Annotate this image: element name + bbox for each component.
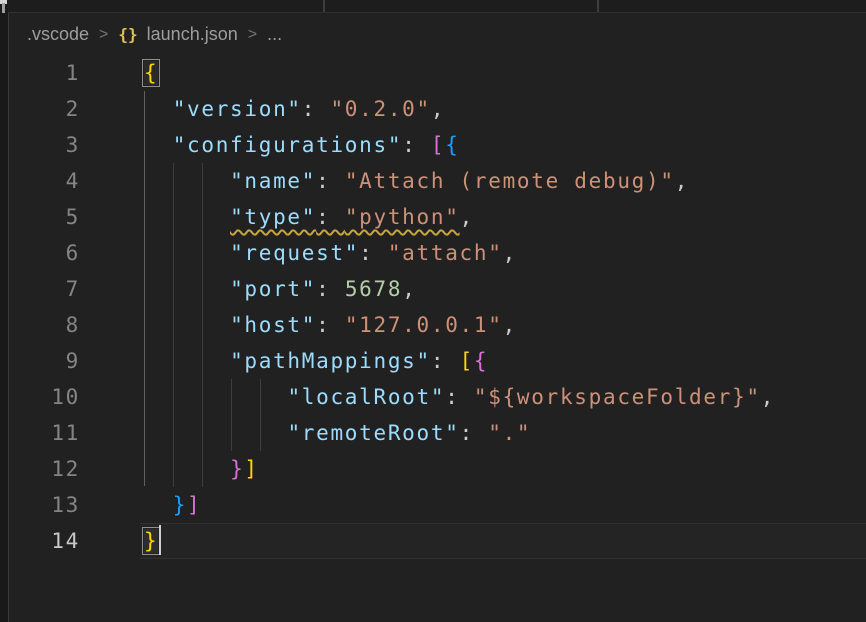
- code-content[interactable]: { "version": "0.2.0", "configurations": …: [0, 55, 866, 559]
- code-token: :: [316, 313, 345, 337]
- code-token: ,: [503, 313, 517, 337]
- code-token: :: [359, 241, 388, 265]
- code-token: "pathMappings": [230, 349, 431, 373]
- window-corner-artifact: [2, 3, 5, 13]
- code-token: "${workspaceFolder}": [474, 385, 761, 409]
- code-token: ]: [244, 457, 258, 481]
- code-token: [: [431, 133, 445, 157]
- matched-bracket: {: [144, 61, 158, 85]
- code-line[interactable]: "request": "attach",: [0, 235, 866, 271]
- code-token: :: [302, 97, 331, 121]
- code-token: :: [431, 349, 460, 373]
- code-token: ".": [488, 421, 531, 445]
- code-token: }: [173, 493, 187, 517]
- code-line[interactable]: }: [0, 523, 866, 559]
- code-token: "python": [345, 205, 460, 229]
- code-token: "version": [173, 97, 302, 121]
- code-line[interactable]: "remoteRoot": ".": [0, 415, 866, 451]
- code-token: ]: [187, 493, 201, 517]
- code-token: "remoteRoot": [287, 421, 459, 445]
- text-cursor: [159, 525, 161, 555]
- code-line[interactable]: "port": 5678,: [0, 271, 866, 307]
- code-line[interactable]: "type": "python",: [0, 199, 866, 235]
- tab-divider: [323, 0, 325, 12]
- code-token: ,: [460, 205, 474, 229]
- matched-bracket: }: [144, 529, 158, 553]
- code-token: "127.0.0.1": [345, 313, 503, 337]
- code-line[interactable]: {: [0, 55, 866, 91]
- code-line[interactable]: "pathMappings": [{: [0, 343, 866, 379]
- json-file-icon: {}: [118, 25, 137, 44]
- code-token: "name": [230, 169, 316, 193]
- code-token: :: [445, 385, 474, 409]
- code-line[interactable]: "configurations": [{: [0, 127, 866, 163]
- code-token: :: [402, 133, 431, 157]
- code-token: "configurations": [173, 133, 403, 157]
- code-token: [: [460, 349, 474, 373]
- chevron-right-icon: >: [99, 26, 108, 44]
- code-token: ,: [431, 97, 445, 121]
- code-token: "0.2.0": [330, 97, 430, 121]
- chevron-right-icon: >: [248, 26, 257, 44]
- code-token: {: [445, 133, 459, 157]
- code-token: "attach": [388, 241, 503, 265]
- code-token: }: [230, 457, 244, 481]
- code-token: :: [460, 421, 489, 445]
- breadcrumb-symbol-more[interactable]: ...: [267, 24, 282, 45]
- code-token: {: [474, 349, 488, 373]
- breadcrumb: .vscode > {} launch.json > ...: [8, 14, 866, 55]
- code-token: "type": [230, 205, 316, 229]
- code-line[interactable]: "name": "Attach (remote debug)",: [0, 163, 866, 199]
- code-line[interactable]: "host": "127.0.0.1",: [0, 307, 866, 343]
- code-line[interactable]: "localRoot": "${workspaceFolder}",: [0, 379, 866, 415]
- code-token: "host": [230, 313, 316, 337]
- code-token: ,: [503, 241, 517, 265]
- code-token: "Attach (remote debug)": [345, 169, 675, 193]
- code-token: "port": [230, 277, 316, 301]
- code-token: "request": [230, 241, 359, 265]
- breadcrumb-file[interactable]: launch.json: [147, 24, 238, 45]
- code-token: :: [316, 169, 345, 193]
- tab-divider: [597, 0, 599, 12]
- code-token: "localRoot": [287, 385, 445, 409]
- code-token: 5678: [345, 277, 402, 301]
- code-line[interactable]: }]: [0, 451, 866, 487]
- code-line[interactable]: "version": "0.2.0",: [0, 91, 866, 127]
- code-editor[interactable]: 1234567891011121314 { "version": "0.2.0"…: [0, 55, 866, 622]
- tab-bar[interactable]: [8, 0, 866, 13]
- code-token: :: [316, 205, 345, 229]
- code-line[interactable]: }]: [0, 487, 866, 523]
- breadcrumb-folder[interactable]: .vscode: [27, 24, 89, 45]
- code-token: :: [316, 277, 345, 301]
- code-token: ,: [675, 169, 689, 193]
- code-token: ,: [402, 277, 416, 301]
- code-token: ,: [761, 385, 775, 409]
